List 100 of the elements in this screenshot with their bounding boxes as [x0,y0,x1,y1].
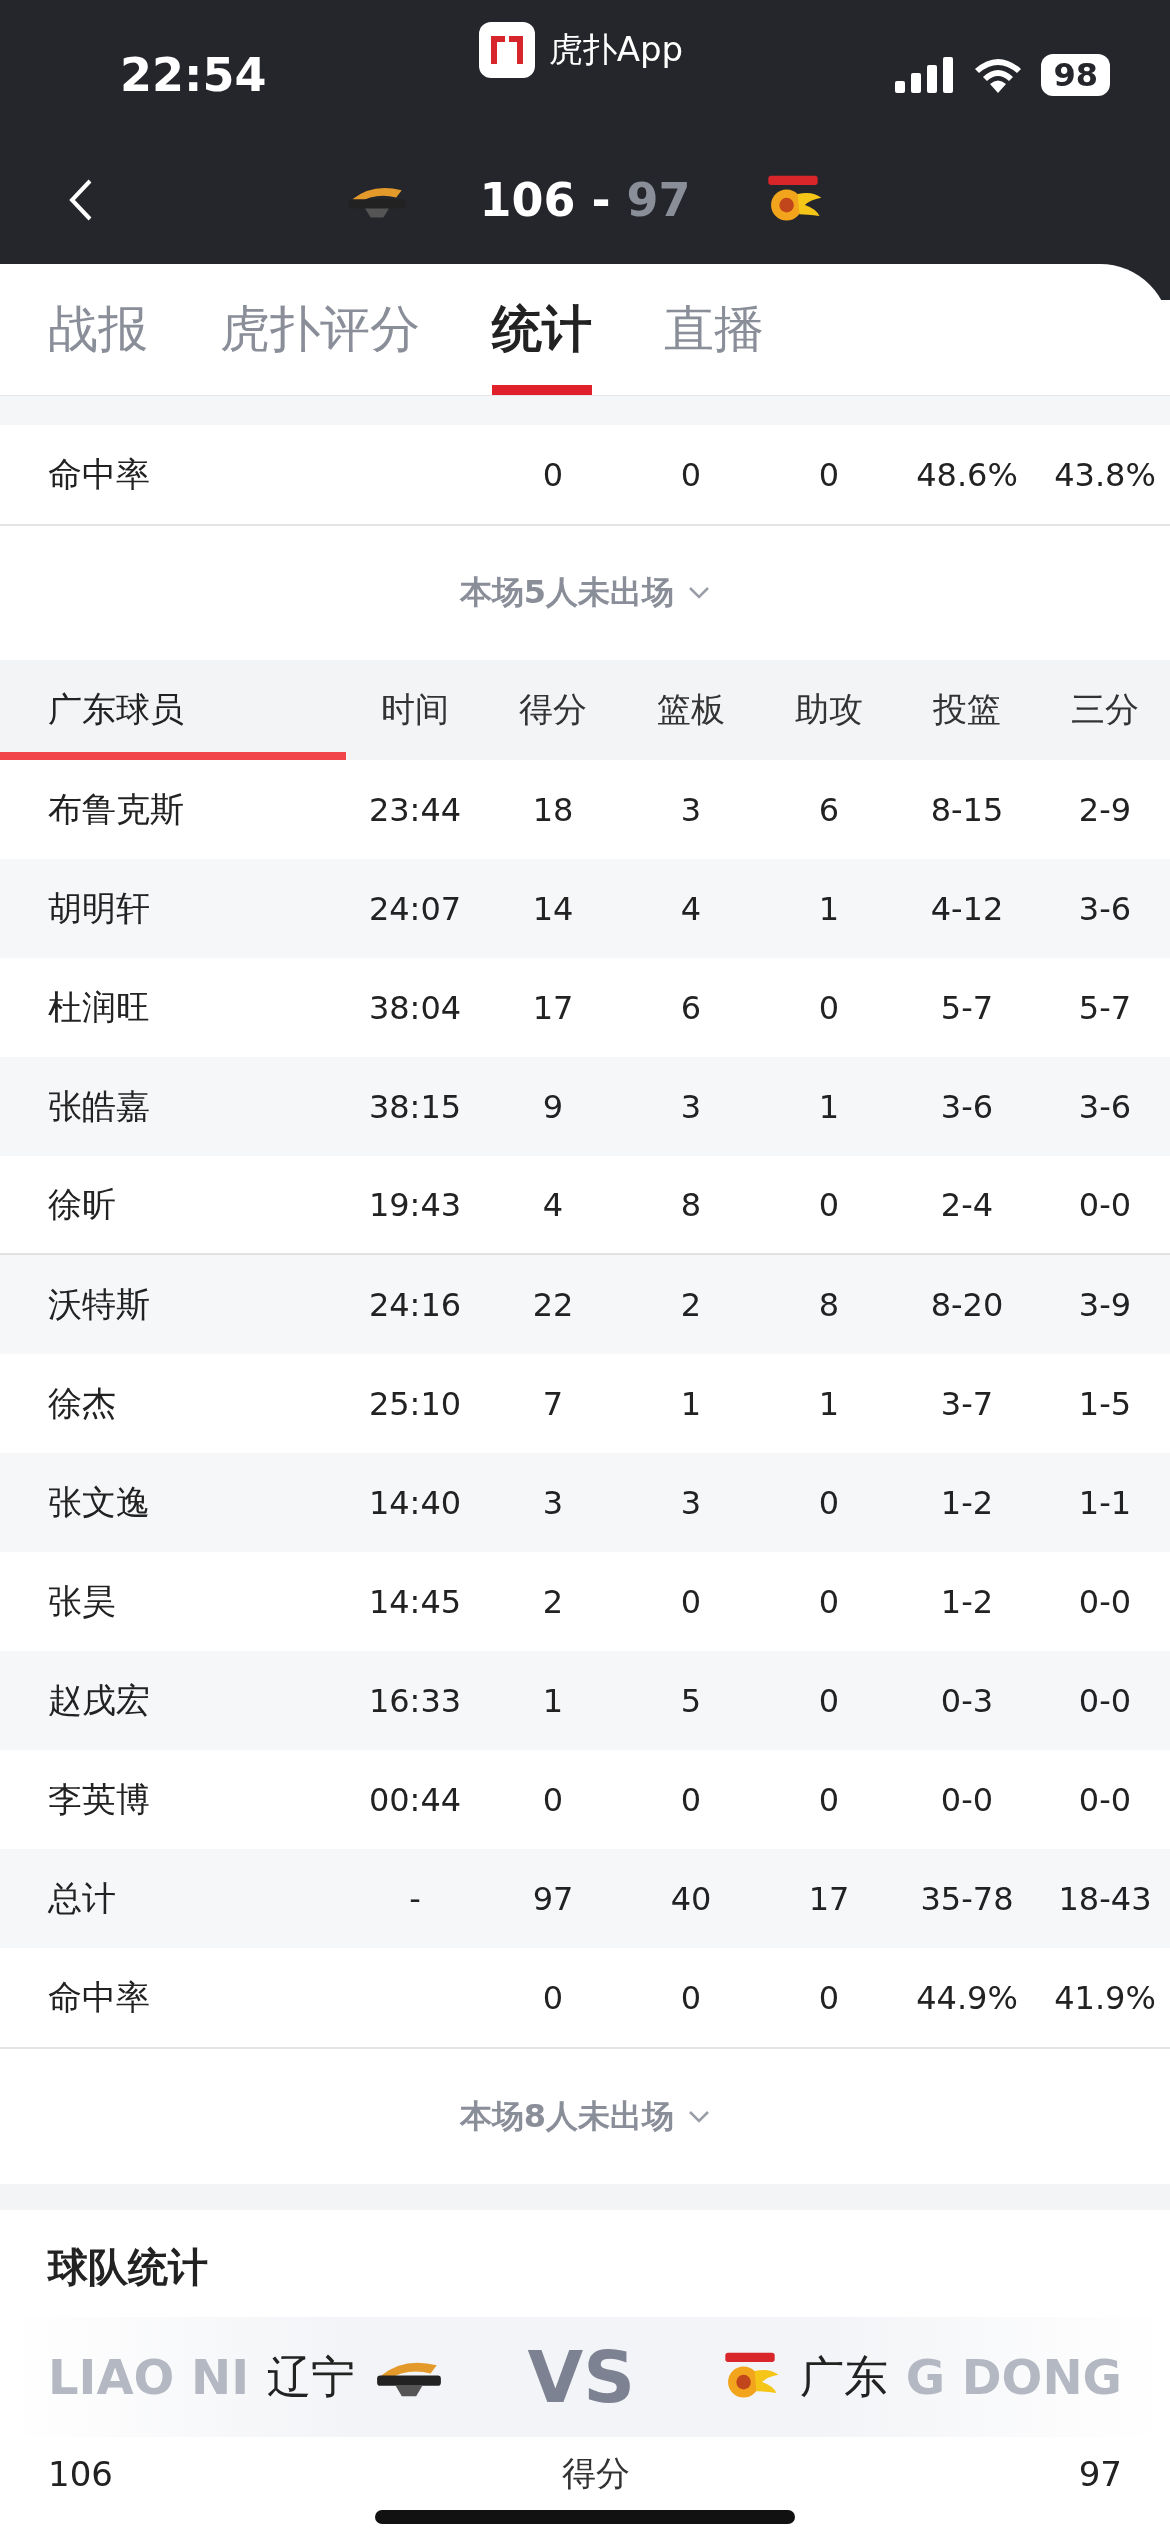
table-cell: 38:04 [368,988,462,1027]
table-cell: 4 [680,889,702,928]
tab[interactable]: 战报 [48,264,148,395]
team-watermark: G DONG [905,2349,1122,2405]
column-header: 篮板 [657,688,725,731]
table-cell: 3-6 [1078,1087,1132,1126]
section-title: 球队统计 [48,2243,209,2292]
player-name: 张文逸 [47,1480,150,1524]
table-cell: 5-7 [1078,988,1132,1027]
table-cell: 3-9 [1078,1285,1132,1324]
table-cell: 1-2 [940,1483,994,1522]
table-cell: 0-3 [940,1681,994,1720]
column-header: 助攻 [795,688,863,731]
table-cell: 2 [680,1285,702,1324]
table-cell: 1 [818,889,840,928]
column-header: 三分 [1071,688,1139,731]
column-header: 投篮 [933,688,1001,731]
tab[interactable]: 直播 [664,264,764,395]
player-name: 张皓嘉 [47,1084,150,1128]
table-cell: 4 [542,1185,564,1224]
table-cell: 0 [818,1978,840,2017]
table-cell: 35-78 [920,1879,1014,1918]
table-cell: 43.8% [1054,455,1156,494]
back-to-app-link[interactable]: 虎扑App [548,27,684,73]
table-cell: 0 [542,1978,564,2017]
table-cell: 0 [818,1780,840,1819]
table-cell: 3 [680,790,702,829]
table-cell: 16:33 [368,1681,462,1720]
table-cell: 3-7 [940,1384,994,1423]
table-cell: 97 [532,1879,574,1918]
table-cell: 8 [680,1185,702,1224]
table-cell: 1 [818,1384,840,1423]
table-cell: 0-0 [1078,1185,1132,1224]
table-cell: 1 [542,1681,564,1720]
table-cell: 9 [542,1087,564,1126]
table-cell: 3 [542,1483,564,1522]
table-cell: 17 [532,988,574,1027]
chevron-down-icon [688,2109,711,2124]
table-cell: 18 [532,790,574,829]
table-cell: - [409,1879,421,1918]
player-name: 总计 [47,1876,116,1920]
table-cell: 38:15 [368,1087,462,1126]
match-score: 106 - 97 [479,173,691,227]
table-cell: 0 [542,455,564,494]
table-cell: 19:43 [368,1185,462,1224]
table-cell: 0 [818,1681,840,1720]
table-cell: 2 [542,1582,564,1621]
table-cell: 17 [808,1879,850,1918]
player-name: 张昊 [47,1579,116,1623]
table-cell: 24:16 [368,1285,462,1324]
table-cell: 0-0 [1078,1780,1132,1819]
table-cell: 8-15 [930,790,1004,829]
table-cell: 4-12 [930,889,1004,928]
table-cell: 6 [680,988,702,1027]
table-cell: 0 [818,1483,840,1522]
table-cell: 0 [818,1185,840,1224]
battery-level: 98 [1041,54,1110,96]
table-cell: 25:10 [368,1384,462,1423]
app-icon[interactable] [478,22,535,78]
table-cell: 0 [818,455,840,494]
versus-label: VS [527,2335,636,2419]
wifi-icon [973,57,1024,93]
table-cell: 5-7 [940,988,994,1027]
table-cell: 3 [680,1483,702,1522]
table-cell: 2-4 [940,1185,994,1224]
table-cell: 3-6 [1078,889,1132,928]
table-cell: 7 [542,1384,564,1423]
table-cell: 1-1 [1078,1483,1132,1522]
table-cell: 18-43 [1058,1879,1152,1918]
player-name: 胡明轩 [47,886,150,930]
table-cell: 8 [818,1285,840,1324]
table-cell: 0-0 [940,1780,994,1819]
table-cell: 14:45 [368,1582,462,1621]
table-cell: 44.9% [916,1978,1018,2017]
player-name: 命中率 [47,1975,150,2019]
player-name: 命中率 [47,452,150,496]
table-cell: 0 [680,455,702,494]
table-cell: 14 [532,889,574,928]
player-name: 李英博 [47,1777,150,1821]
table-cell: 0 [542,1780,564,1819]
team-name: 广东 [799,2349,888,2404]
team-name: 辽宁 [267,2349,356,2404]
player-name: 布鲁克斯 [47,787,184,831]
table-cell: 40 [670,1879,712,1918]
tab[interactable]: 虎扑评分 [220,264,420,395]
table-cell: 0-0 [1078,1582,1132,1621]
table-cell: 8-20 [930,1285,1004,1324]
status-time: 22:54 [120,48,267,102]
player-name: 沃特斯 [47,1282,150,1326]
table-cell: 0 [680,1582,702,1621]
table-cell: 0 [818,988,840,1027]
table-cell: 1 [818,1087,840,1126]
table-cell: 1-2 [940,1582,994,1621]
table-cell: 0-0 [1078,1681,1132,1720]
table-cell: 41.9% [1054,1978,1156,2017]
player-name: 徐杰 [47,1381,116,1425]
team-watermark: LIAO NI [48,2349,250,2405]
table-cell: 22 [532,1285,574,1324]
table-cell: 00:44 [368,1780,462,1819]
table-cell: 0 [680,1780,702,1819]
